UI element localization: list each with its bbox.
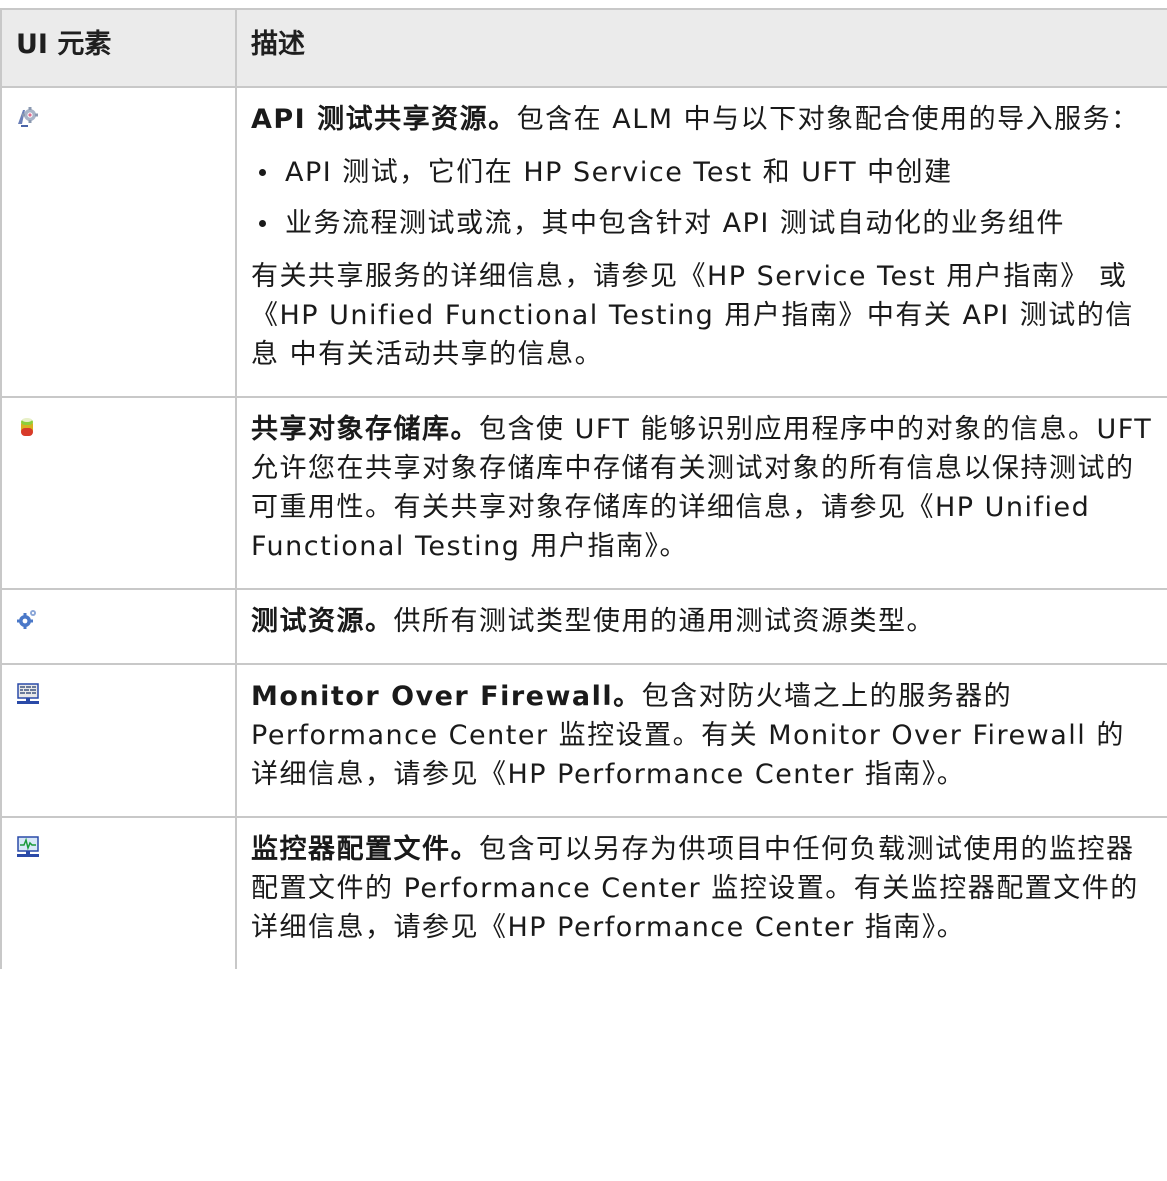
item-title: 测试资源。: [251, 606, 394, 637]
icon-cell: [0, 588, 237, 665]
description-text: Monitor Over Firewall。包含对防火墙之上的服务器的 Perf…: [251, 681, 1125, 790]
header-ui-element: UI 元素: [0, 8, 237, 88]
bullet-list: API 测试，它们在 HP Service Test 和 UFT 中创建 业务流…: [251, 153, 1153, 243]
monitor-profile-icon: [16, 836, 39, 858]
table-row: 监控器配置文件。包含可以另存为供项目中任何负载测试使用的监控器配置文件的 Per…: [0, 816, 1167, 969]
description-text: 共享对象存储库。包含使 UFT 能够识别应用程序中的对象的信息。UFT 允许您在…: [251, 414, 1153, 562]
icon-cell: [0, 816, 237, 969]
test-resource-gear-icon: [16, 608, 38, 630]
description-text: 监控器配置文件。包含可以另存为供项目中任何负载测试使用的监控器配置文件的 Per…: [251, 834, 1139, 943]
reference-note: 有关共享服务的详细信息，请参见《HP Service Test 用户指南》 或《…: [251, 261, 1134, 370]
description-cell: 共享对象存储库。包含使 UFT 能够识别应用程序中的对象的信息。UFT 允许您在…: [235, 396, 1167, 590]
monitor-over-firewall-icon: [16, 683, 39, 705]
list-item: 业务流程测试或流，其中包含针对 API 测试自动化的业务组件: [251, 204, 1153, 243]
bullet-icon: [259, 220, 266, 227]
item-title: 监控器配置文件。: [251, 834, 479, 865]
description-text: API 测试共享资源。包含在 ALM 中与以下对象配合使用的导入服务：: [251, 104, 1140, 135]
description-cell: 测试资源。供所有测试类型使用的通用测试资源类型。: [235, 588, 1167, 665]
icon-cell: [0, 396, 237, 590]
api-test-resource-icon: [16, 106, 38, 128]
header-description: 描述: [235, 8, 1167, 88]
description-text: 测试资源。供所有测试类型使用的通用测试资源类型。: [251, 606, 935, 637]
ui-elements-table: UI 元素 描述 API 测试共享资源。包含在 ALM 中与以下对象配合使用的导…: [0, 8, 1167, 969]
object-repository-icon: [16, 416, 38, 438]
icon-cell: [0, 663, 237, 818]
table-row: Monitor Over Firewall。包含对防火墙之上的服务器的 Perf…: [0, 663, 1167, 818]
item-title: 共享对象存储库。: [251, 414, 479, 445]
icon-cell: [0, 86, 237, 398]
description-cell: API 测试共享资源。包含在 ALM 中与以下对象配合使用的导入服务： API …: [235, 86, 1167, 398]
item-title: Monitor Over Firewall。: [251, 681, 642, 712]
bullet-icon: [259, 169, 266, 176]
table-header-row: UI 元素 描述: [0, 8, 1167, 88]
list-item: API 测试，它们在 HP Service Test 和 UFT 中创建: [251, 153, 1153, 192]
table-row: 测试资源。供所有测试类型使用的通用测试资源类型。: [0, 588, 1167, 665]
table-row: API 测试共享资源。包含在 ALM 中与以下对象配合使用的导入服务： API …: [0, 86, 1167, 398]
item-title: API 测试共享资源。: [251, 104, 517, 135]
description-cell: 监控器配置文件。包含可以另存为供项目中任何负载测试使用的监控器配置文件的 Per…: [235, 816, 1167, 969]
table-row: 共享对象存储库。包含使 UFT 能够识别应用程序中的对象的信息。UFT 允许您在…: [0, 396, 1167, 590]
description-cell: Monitor Over Firewall。包含对防火墙之上的服务器的 Perf…: [235, 663, 1167, 818]
